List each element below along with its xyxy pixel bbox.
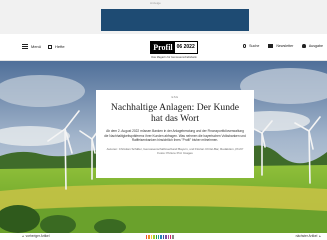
progress-segment[interactable]	[165, 234, 167, 239]
bottom-bar: ◂ vorheriger Artikel nächster Artikel ▸	[0, 233, 327, 240]
masthead-right: Suche Newsletter Ausgabe	[242, 44, 323, 48]
burger-icon[interactable]	[22, 44, 28, 49]
next-article-label: nächster Artikel	[295, 234, 318, 238]
grid-icon[interactable]	[48, 44, 53, 49]
logo-issue: 06 2022	[176, 44, 195, 50]
progress-segment[interactable]	[162, 234, 165, 239]
ad-banner[interactable]	[101, 9, 249, 31]
article-lead: Ab dem 2. August 2022 müssen Banken in d…	[104, 129, 246, 143]
logo[interactable]: Profil 06 2022 Das Magazin für Genossens…	[146, 37, 202, 59]
search-label[interactable]: Suche	[249, 44, 259, 48]
masthead-left: Menü Hefte	[22, 44, 65, 49]
search-icon[interactable]	[242, 44, 247, 48]
progress-segment[interactable]	[155, 234, 157, 239]
arrow-left-icon: ◂	[22, 234, 24, 238]
progress-segment[interactable]	[153, 234, 155, 239]
newsletter-label[interactable]: Newsletter	[276, 44, 293, 48]
logo-tagline: Das Magazin für Genossenschaftsbank	[151, 56, 197, 59]
progress-segment[interactable]	[160, 234, 162, 239]
ad-frame: Anzeige	[0, 0, 327, 34]
masthead: Menü Hefte Profil 06 2022 Das Magazin fü…	[0, 34, 327, 61]
issue-progress	[146, 234, 174, 239]
progress-segment[interactable]	[148, 234, 150, 239]
prev-article-label: vorheriger Artikel	[25, 234, 50, 238]
user-icon[interactable]	[302, 44, 306, 48]
logo-name: Profil	[151, 42, 175, 53]
next-article-link[interactable]: nächster Artikel ▸	[296, 234, 321, 238]
progress-segment[interactable]	[169, 234, 172, 239]
mail-icon[interactable]	[268, 44, 274, 48]
issues-label[interactable]: Hefte	[55, 44, 65, 49]
ad-label: Anzeige	[150, 1, 161, 5]
progress-segment[interactable]	[146, 234, 148, 239]
hero-image: ESG Nachhaltige Anlagen: Der Kunde hat d…	[0, 61, 327, 233]
article-headline: Nachhaltige Anlagen: Der Kunde hat das W…	[110, 102, 240, 124]
arrow-right-icon: ▸	[319, 234, 321, 238]
progress-segment[interactable]	[172, 234, 174, 239]
progress-segment[interactable]	[150, 234, 153, 239]
prev-article-link[interactable]: ◂ vorheriger Artikel	[22, 234, 50, 238]
progress-segment[interactable]	[167, 234, 169, 239]
article-authors: Autoren: Christian Schäfer, Genossenscha…	[106, 146, 244, 156]
article-kicker: ESG	[171, 95, 179, 99]
progress-segment[interactable]	[157, 234, 160, 239]
account-label[interactable]: Ausgabe	[309, 44, 323, 48]
article-card: ESG Nachhaltige Anlagen: Der Kunde hat d…	[96, 90, 254, 178]
menu-label[interactable]: Menü	[31, 44, 41, 49]
